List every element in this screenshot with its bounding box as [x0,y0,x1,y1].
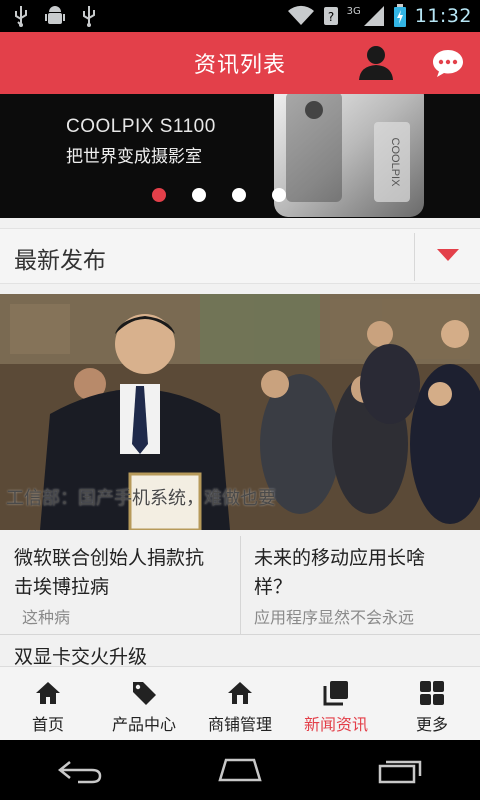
featured-news-image[interactable]: 工信部：国产手机系统，难做也要 [0,294,480,530]
tag-icon [133,682,156,705]
tab-label: 产品中心 [111,715,176,734]
tab-home[interactable]: 首页 [0,667,96,740]
news-icon [323,681,348,706]
news-headline: 未来的移动应用长啥 样？ [254,547,426,598]
svg-text:?: ? [327,10,333,24]
home-nav-icon[interactable] [216,756,264,784]
message-icon[interactable] [432,48,464,78]
news-summary: 应用程序显然不会永远 [254,608,415,627]
news-list: 微软联合创始人捐款抗 击埃博拉病 这种病 未来的移动应用长啥 样？ 应用程序显然… [0,530,480,669]
recent-apps-icon[interactable] [376,756,424,784]
android-debug-icon [45,6,65,24]
sim-unknown-icon: ? [323,7,338,25]
carousel-dot[interactable] [272,188,286,202]
tab-label: 首页 [31,715,64,734]
tab-label: 商铺管理 [207,715,272,734]
news-divider [0,634,480,635]
news-summary: 这种病 [22,608,71,627]
wifi-icon [287,5,314,25]
news-headline: 微软联合创始人捐款抗 击埃博拉病 [14,547,205,598]
shop-icon [228,682,252,704]
bottom-tab-bar: 首页 产品中心 商铺管理 新闻资讯 更多 [0,666,480,740]
section-bar: 最新发布 [0,228,480,284]
app-header: 资讯列表 [0,32,480,94]
usb-icon [15,6,27,27]
carousel-dot[interactable] [192,188,206,202]
news-headline[interactable]: 双显卡交火升级 [14,642,147,669]
back-icon[interactable] [56,756,104,784]
tab-shop[interactable]: 商铺管理 [192,667,288,740]
system-navigation-bar [0,740,480,800]
page-title: 资讯列表 [193,53,286,78]
clock: 11:32 [414,5,472,27]
section-header: 最新发布 [0,218,480,294]
camera-brand-text: COOLPIX [389,138,401,188]
carousel-indicator [152,188,286,202]
section-divider [414,233,415,281]
featured-caption: 工信部：国产手机系统，难做也要 [6,488,276,509]
tab-products[interactable]: 产品中心 [96,667,192,740]
section-title: 最新发布 [14,248,106,274]
news-divider [240,536,241,634]
carousel-dot[interactable] [152,188,166,202]
caret-down-icon[interactable] [437,249,459,261]
banner-tagline: 把世界变成摄影室 [66,147,202,167]
grid-icon [420,681,444,705]
status-bar: ? 3G 11:32 [0,0,480,32]
carousel-dot[interactable] [232,188,246,202]
tab-news[interactable]: 新闻资讯 [288,667,384,740]
tab-more[interactable]: 更多 [384,667,480,740]
tab-label: 新闻资讯 [303,715,368,734]
network-type: 3G [346,5,361,17]
news-item[interactable]: 未来的移动应用长啥 样？ 应用程序显然不会永远 [242,536,480,634]
signal-icon [363,6,384,26]
tab-label: 更多 [415,715,448,734]
news-item[interactable]: 微软联合创始人捐款抗 击埃博拉病 这种病 [0,536,240,634]
usb-icon [83,6,95,27]
user-icon[interactable] [356,44,396,82]
home-icon [36,682,60,704]
battery-charging-icon [393,4,406,27]
banner-brand: COOLPIX S1100 [66,116,216,137]
